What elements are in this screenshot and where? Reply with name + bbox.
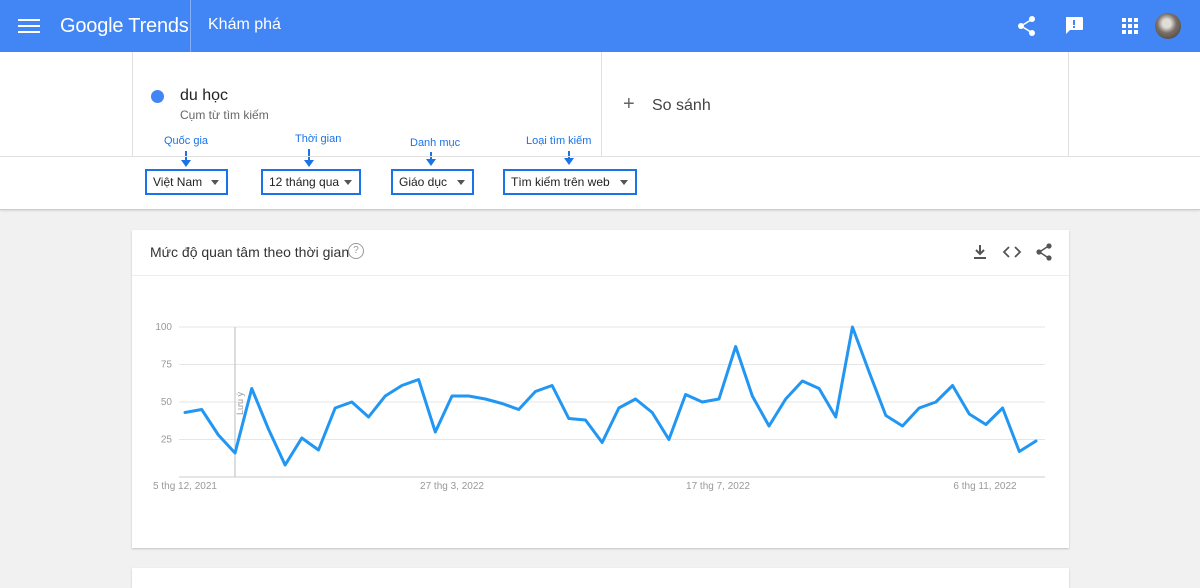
term-type: Cụm từ tìm kiếm xyxy=(180,108,269,122)
plus-icon: + xyxy=(623,93,635,115)
x-tick-label: 5 thg 12, 2021 xyxy=(153,481,217,492)
x-tick-label: 17 thg 7, 2022 xyxy=(686,481,750,492)
time-value: 12 tháng qua xyxy=(269,175,340,189)
y-tick-label: 50 xyxy=(161,397,173,408)
series-line xyxy=(183,325,1038,467)
search-type-select[interactable]: Tìm kiếm trên web xyxy=(503,169,637,195)
card-title: Mức độ quan tâm theo thời gian xyxy=(150,244,350,260)
interest-line-chart: 100 75 50 25 Lưu ý 5 thg 12, 2021 27 thg 3, 20… xyxy=(153,322,1045,492)
country-select[interactable]: Việt Nam xyxy=(145,169,228,195)
logo-trends: Trends xyxy=(128,15,189,37)
annotation-time: Thời gian xyxy=(295,133,342,145)
y-tick-label: 75 xyxy=(161,360,173,371)
search-type-value: Tìm kiếm trên web xyxy=(511,175,610,189)
annotation-search-type: Loại tìm kiếm xyxy=(526,135,592,147)
share-icon[interactable] xyxy=(1015,14,1039,38)
google-trends-logo[interactable]: Google Trends xyxy=(60,15,189,38)
card-header: Mức độ quan tâm theo thời gian ? xyxy=(132,230,1069,276)
logo-google: Google xyxy=(60,15,124,37)
country-value: Việt Nam xyxy=(153,175,203,189)
annotation-country: Quốc gia xyxy=(164,135,209,147)
page-title: Khám phá xyxy=(208,16,281,33)
filter-row: Việt Nam 12 tháng qua Giáo dục Tìm kiếm … xyxy=(0,156,1200,210)
header-divider xyxy=(190,0,191,52)
y-tick-label: 100 xyxy=(155,322,172,333)
caret-down-icon xyxy=(457,180,465,185)
apps-icon[interactable] xyxy=(1118,14,1142,38)
interest-over-time-card: Mức độ quan tâm theo thời gian ? 100 75 50… xyxy=(132,230,1069,548)
next-card xyxy=(132,568,1069,588)
category-select[interactable]: Giáo dục xyxy=(391,169,474,195)
menu-icon[interactable] xyxy=(18,16,40,36)
term-name[interactable]: du học xyxy=(180,87,228,105)
compare-box[interactable]: + So sánh xyxy=(601,52,1069,156)
time-select[interactable]: 12 tháng qua xyxy=(261,169,361,195)
avatar[interactable] xyxy=(1155,13,1181,39)
help-icon[interactable]: ? xyxy=(348,243,364,259)
search-panel: du học Cụm từ tìm kiếm + So sánh Quốc gi… xyxy=(0,52,1200,210)
term-color-dot xyxy=(151,90,164,103)
x-tick-label: 27 thg 3, 2022 xyxy=(420,481,484,492)
y-tick-label: 25 xyxy=(161,435,173,446)
annotation-category: Danh mục xyxy=(410,137,461,149)
x-tick-label: 6 thg 11, 2022 xyxy=(953,481,1017,492)
caret-down-icon xyxy=(344,180,352,185)
embed-icon[interactable] xyxy=(1002,242,1022,262)
share-icon[interactable] xyxy=(1034,242,1054,262)
feedback-icon[interactable] xyxy=(1062,14,1086,38)
caret-down-icon xyxy=(620,180,628,185)
download-icon[interactable] xyxy=(970,242,990,262)
top-app-bar: Google Trends Khám phá xyxy=(0,0,1200,52)
compare-label[interactable]: So sánh xyxy=(652,97,711,115)
category-value: Giáo dục xyxy=(399,175,448,189)
caret-down-icon xyxy=(211,180,219,185)
note-marker-label: Lưu ý xyxy=(235,391,245,415)
